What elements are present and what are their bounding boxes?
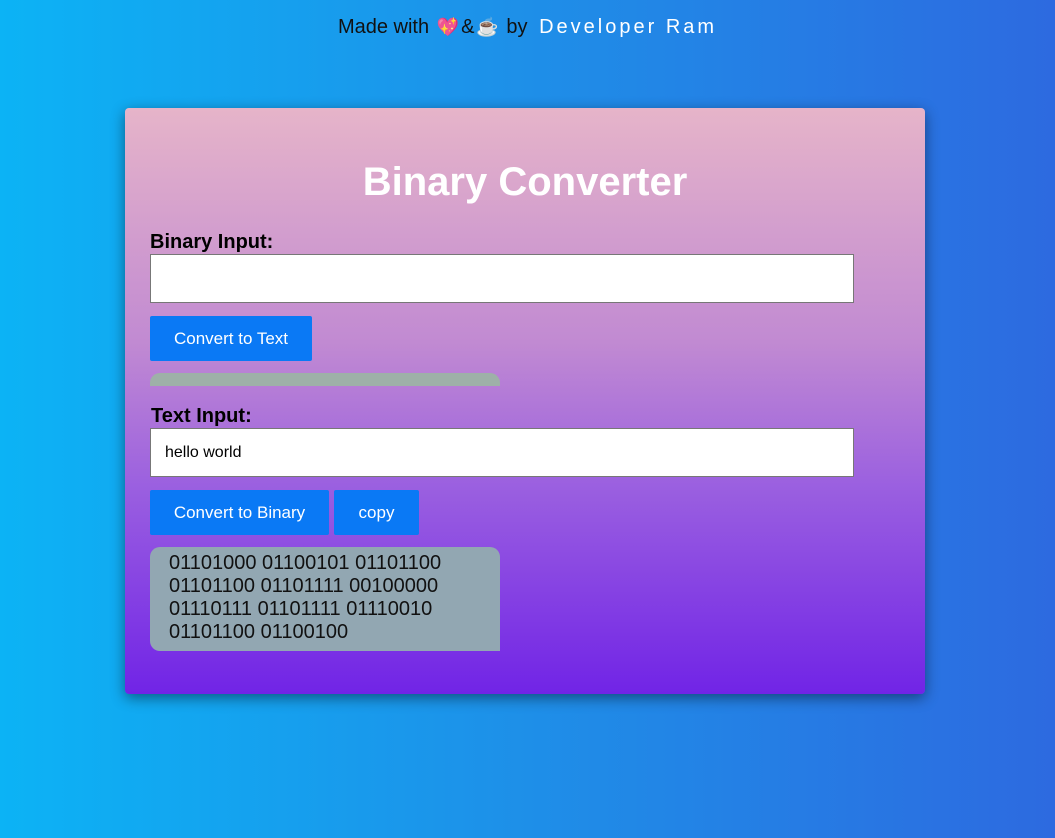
- credit-ampersand: &: [461, 16, 475, 38]
- convert-to-text-button[interactable]: Convert to Text: [150, 316, 312, 361]
- coffee-icon: ☕: [476, 17, 499, 37]
- binary-input-label: Binary Input:: [150, 231, 274, 253]
- copy-button[interactable]: copy: [334, 490, 419, 535]
- heart-icon: 💖: [436, 17, 460, 37]
- text-output: [150, 373, 500, 386]
- binary-output: 01101000 01100101 01101100 01101100 0110…: [150, 547, 500, 651]
- author-name: Developer Ram: [539, 16, 718, 38]
- text-input[interactable]: [150, 428, 854, 477]
- converter-card: Binary Converter Binary Input: Convert t…: [125, 108, 925, 694]
- convert-to-binary-button[interactable]: Convert to Binary: [150, 490, 329, 535]
- credit-by: by: [506, 16, 528, 38]
- page-title: Binary Converter: [362, 160, 688, 204]
- credit-line: Made with 💖 & ☕ by Developer Ram: [0, 16, 1055, 39]
- binary-input[interactable]: [150, 254, 854, 303]
- text-input-label: Text Input:: [151, 405, 252, 427]
- credit-prefix: Made with: [337, 16, 430, 38]
